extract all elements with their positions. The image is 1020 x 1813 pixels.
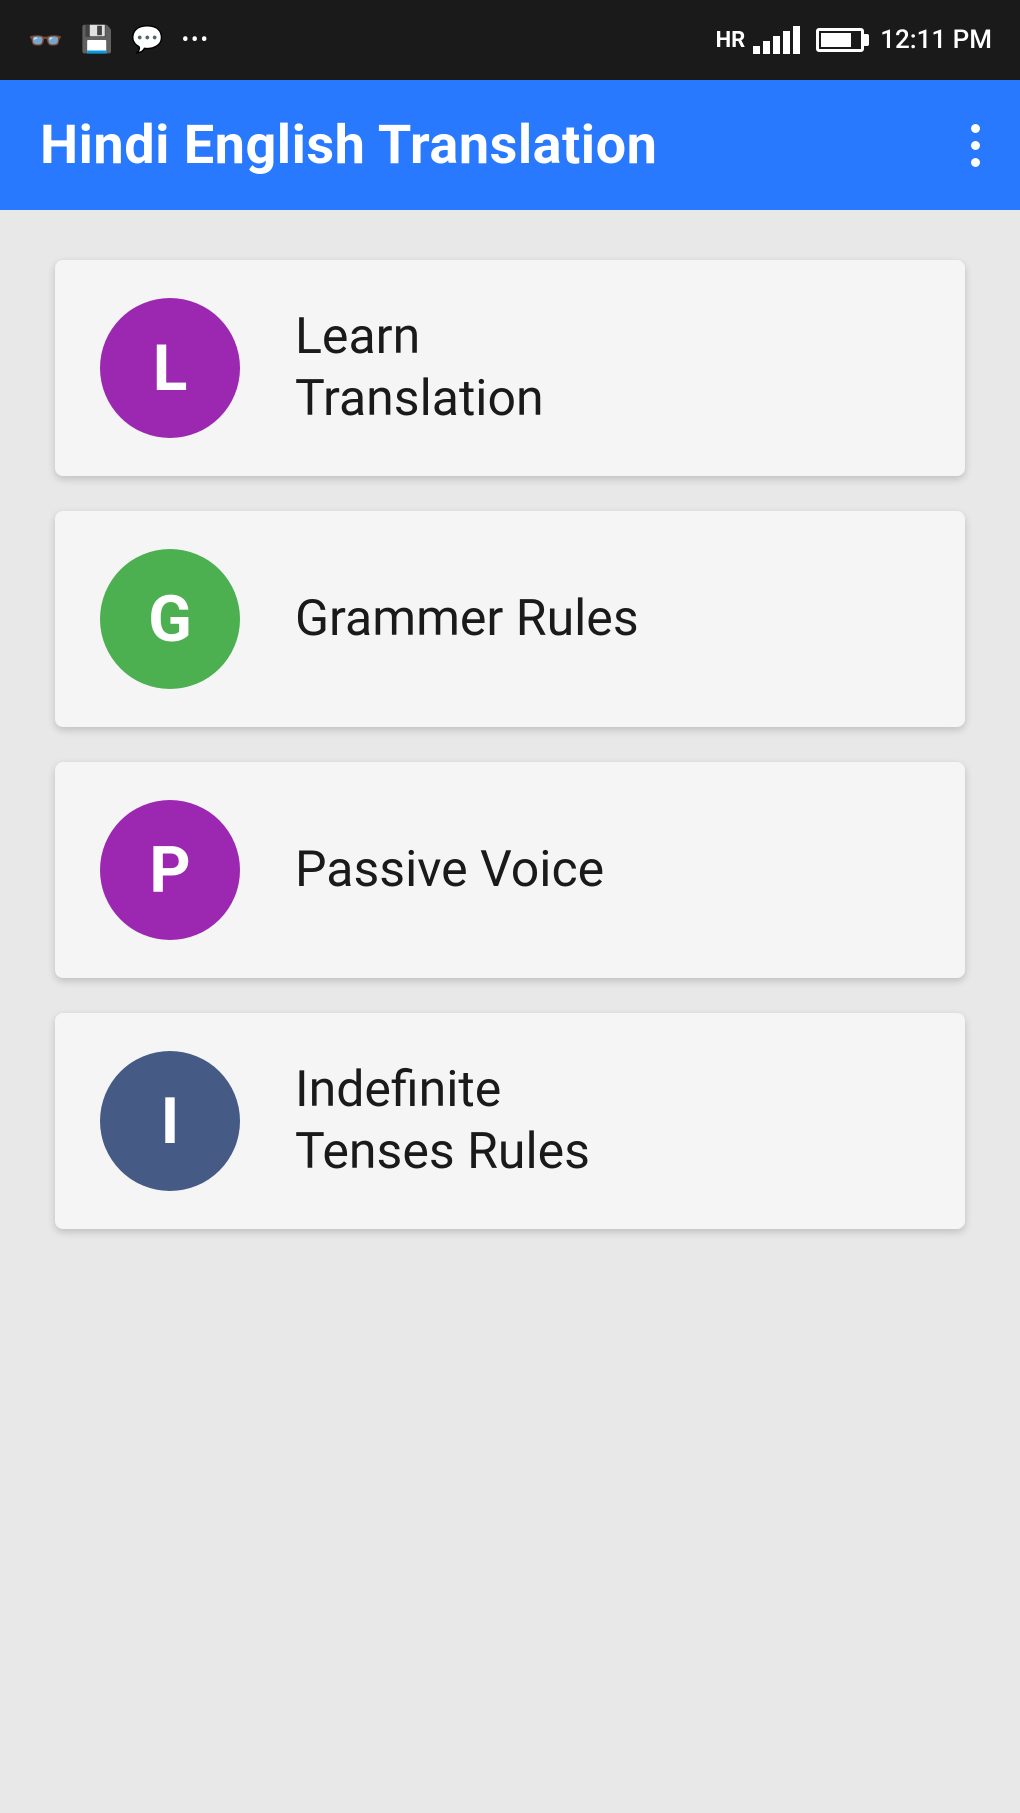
save-icon: 💾 <box>81 25 113 55</box>
message-icon: 💬 <box>131 25 163 55</box>
indefinite-tenses-item[interactable]: I IndefiniteTenses Rules <box>55 1013 965 1229</box>
signal-icon <box>753 26 800 54</box>
status-bar: 👓 💾 💬 ••• HR 12:11 PM <box>0 0 1020 80</box>
hr-label: HR <box>716 28 746 53</box>
learn-translation-avatar: L <box>100 298 240 438</box>
time-display: 12:11 PM <box>880 25 992 55</box>
indefinite-tenses-label: IndefiniteTenses Rules <box>295 1059 590 1184</box>
main-content: L LearnTranslation G Grammer Rules P Pas… <box>0 210 1020 1279</box>
app-bar: Hindi English Translation <box>0 80 1020 210</box>
grammer-rules-item[interactable]: G Grammer Rules <box>55 511 965 727</box>
indefinite-tenses-avatar: I <box>100 1051 240 1191</box>
passive-voice-item[interactable]: P Passive Voice <box>55 762 965 978</box>
passive-voice-label: Passive Voice <box>295 839 604 902</box>
grammer-rules-label: Grammer Rules <box>295 588 639 651</box>
grammer-rules-avatar: G <box>100 549 240 689</box>
battery-icon <box>816 28 864 52</box>
more-options-button[interactable] <box>971 124 980 167</box>
passive-voice-avatar: P <box>100 800 240 940</box>
app-title: Hindi English Translation <box>40 114 657 177</box>
learn-translation-item[interactable]: L LearnTranslation <box>55 260 965 476</box>
learn-translation-label: LearnTranslation <box>295 306 544 431</box>
status-bar-right: HR 12:11 PM <box>716 25 992 55</box>
overflow-icon: ••• <box>182 28 210 53</box>
status-bar-left: 👓 💾 💬 ••• <box>28 24 210 57</box>
glasses-icon: 👓 <box>28 24 63 57</box>
